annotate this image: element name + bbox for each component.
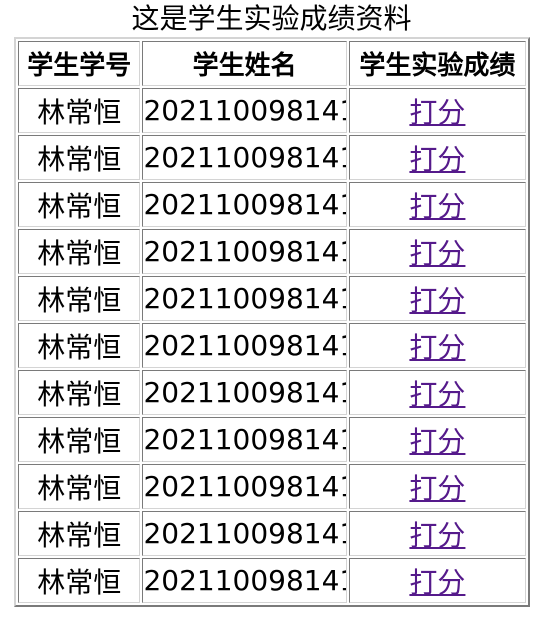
score-cell: 打分 bbox=[348, 417, 526, 462]
table-row: 林常恒 202110098141 打分 bbox=[18, 135, 526, 180]
grades-table: 学生学号 学生姓名 学生实验成绩 林常恒 202110098141 打分 林常恒… bbox=[14, 37, 530, 607]
score-link[interactable]: 打分 bbox=[409, 143, 465, 176]
score-link[interactable]: 打分 bbox=[409, 566, 465, 599]
score-link[interactable]: 打分 bbox=[409, 378, 465, 411]
student-id-cell: 202110098141 bbox=[142, 88, 347, 133]
score-cell: 打分 bbox=[348, 323, 526, 368]
student-id-cell: 202110098141 bbox=[142, 182, 347, 227]
score-cell: 打分 bbox=[348, 370, 526, 415]
score-cell: 打分 bbox=[348, 464, 526, 509]
student-name-cell: 林常恒 bbox=[18, 417, 141, 462]
table-row: 林常恒 202110098141 打分 bbox=[18, 88, 526, 133]
score-cell: 打分 bbox=[348, 182, 526, 227]
score-cell: 打分 bbox=[348, 511, 526, 556]
table-row: 林常恒 202110098141 打分 bbox=[18, 370, 526, 415]
student-name-cell: 林常恒 bbox=[18, 511, 141, 556]
student-name-cell: 林常恒 bbox=[18, 88, 141, 133]
student-name-cell: 林常恒 bbox=[18, 464, 141, 509]
student-name-cell: 林常恒 bbox=[18, 182, 141, 227]
student-name-cell: 林常恒 bbox=[18, 370, 141, 415]
table-row: 林常恒 202110098141 打分 bbox=[18, 417, 526, 462]
student-id-cell: 202110098141 bbox=[142, 229, 347, 274]
score-link[interactable]: 打分 bbox=[409, 425, 465, 458]
table-body: 林常恒 202110098141 打分 林常恒 202110098141 打分 … bbox=[18, 88, 526, 603]
score-link[interactable]: 打分 bbox=[409, 190, 465, 223]
table-row: 林常恒 202110098141 打分 bbox=[18, 182, 526, 227]
column-header-experiment-score: 学生实验成绩 bbox=[348, 41, 526, 86]
table-header: 学生学号 学生姓名 学生实验成绩 bbox=[18, 41, 526, 86]
table-caption: 这是学生实验成绩资料 bbox=[131, 2, 412, 35]
student-id-cell: 202110098141 bbox=[142, 511, 347, 556]
score-link[interactable]: 打分 bbox=[409, 237, 465, 270]
header-row: 学生学号 学生姓名 学生实验成绩 bbox=[18, 41, 526, 86]
student-id-cell: 202110098141 bbox=[142, 135, 347, 180]
student-id-cell: 202110098141 bbox=[142, 370, 347, 415]
student-name-cell: 林常恒 bbox=[18, 276, 141, 321]
score-link[interactable]: 打分 bbox=[409, 96, 465, 129]
score-cell: 打分 bbox=[348, 88, 526, 133]
table-row: 林常恒 202110098141 打分 bbox=[18, 276, 526, 321]
student-name-cell: 林常恒 bbox=[18, 558, 141, 603]
score-cell: 打分 bbox=[348, 229, 526, 274]
table-row: 林常恒 202110098141 打分 bbox=[18, 558, 526, 603]
student-id-cell: 202110098141 bbox=[142, 558, 347, 603]
score-link[interactable]: 打分 bbox=[409, 519, 465, 552]
table-row: 林常恒 202110098141 打分 bbox=[18, 511, 526, 556]
score-link[interactable]: 打分 bbox=[409, 284, 465, 317]
score-link[interactable]: 打分 bbox=[409, 472, 465, 505]
student-id-cell: 202110098141 bbox=[142, 464, 347, 509]
student-id-cell: 202110098141 bbox=[142, 276, 347, 321]
table-row: 林常恒 202110098141 打分 bbox=[18, 464, 526, 509]
student-id-cell: 202110098141 bbox=[142, 323, 347, 368]
column-header-student-name: 学生姓名 bbox=[142, 41, 347, 86]
score-cell: 打分 bbox=[348, 558, 526, 603]
table-row: 林常恒 202110098141 打分 bbox=[18, 323, 526, 368]
column-header-student-number: 学生学号 bbox=[18, 41, 141, 86]
score-cell: 打分 bbox=[348, 276, 526, 321]
student-id-cell: 202110098141 bbox=[142, 417, 347, 462]
score-cell: 打分 bbox=[348, 135, 526, 180]
student-name-cell: 林常恒 bbox=[18, 135, 141, 180]
student-name-cell: 林常恒 bbox=[18, 323, 141, 368]
student-name-cell: 林常恒 bbox=[18, 229, 141, 274]
table-row: 林常恒 202110098141 打分 bbox=[18, 229, 526, 274]
score-link[interactable]: 打分 bbox=[409, 331, 465, 364]
